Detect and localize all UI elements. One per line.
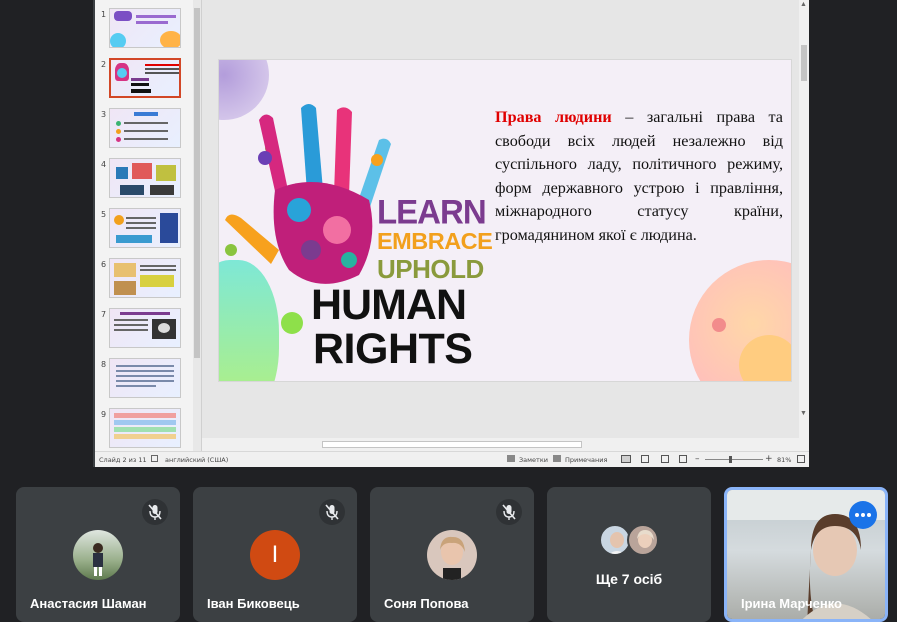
thumbnail-image[interactable] — [109, 358, 181, 398]
more-participants-tile[interactable]: Ще 7 осіб — [547, 487, 711, 622]
paint-splash — [258, 151, 272, 165]
paint-splash — [287, 198, 311, 222]
thumbnail-image[interactable] — [109, 258, 181, 298]
comments-button[interactable]: Примечания — [565, 456, 607, 464]
hand-thumb — [225, 214, 279, 264]
zoom-in-icon[interactable]: + — [765, 454, 773, 464]
thumbnail-number: 4 — [101, 160, 107, 169]
thumbnail-image[interactable] — [109, 308, 181, 348]
horizontal-scrollbar[interactable] — [202, 438, 809, 451]
participant-name: Анастасия Шаман — [30, 596, 147, 611]
thumbnail-number: 8 — [101, 360, 107, 369]
hand-palm — [273, 182, 373, 284]
thumbnail-number: 2 — [101, 60, 107, 69]
zoom-out-icon[interactable]: – — [695, 454, 700, 464]
thumbnail-number: 1 — [101, 10, 107, 19]
status-bar: Слайд 2 из 11 английский (США) Заметки П… — [95, 451, 809, 467]
thumbnail-slide-5[interactable]: 5 — [95, 208, 193, 252]
participant-tile[interactable]: Анастасия Шаман — [16, 487, 180, 622]
slide-definition: – загальні права та свободи всіх людей н… — [495, 108, 783, 244]
shared-screen: 1 2 3 4 5 6 7 8 9 LEARN EMBRACE UPHOLD H… — [93, 0, 810, 467]
thumbnail-image[interactable] — [109, 208, 181, 248]
hand-finger — [301, 104, 323, 192]
language-label[interactable]: английский (США) — [165, 456, 228, 464]
rights-word: RIGHTS — [313, 325, 473, 373]
zoom-level[interactable]: 81% — [777, 456, 791, 464]
zoom-slider[interactable] — [705, 459, 763, 460]
notes-button[interactable]: Заметки — [519, 456, 548, 464]
slide-term: Права людини — [495, 108, 612, 126]
thumbnail-scrollbar[interactable] — [193, 0, 201, 451]
participant-tile-active[interactable]: Ірина Марченко — [724, 487, 888, 622]
thumbnail-image[interactable] — [109, 8, 181, 48]
mic-off-icon — [319, 499, 345, 525]
avatar — [627, 524, 659, 556]
notes-icon — [507, 455, 515, 462]
paint-splash — [371, 154, 383, 166]
thumbnail-image[interactable] — [109, 108, 181, 148]
thumbnail-number: 5 — [101, 210, 107, 219]
thumbnail-number: 3 — [101, 110, 107, 119]
learn-word: LEARN — [377, 192, 487, 231]
thumbnail-number: 9 — [101, 410, 107, 419]
thumbnail-slide-4[interactable]: 4 — [95, 158, 193, 202]
reading-view-icon[interactable] — [661, 455, 669, 463]
thumbnail-image[interactable] — [109, 158, 181, 198]
slide-definition-text[interactable]: Права людини – загальні права та свободи… — [495, 106, 783, 247]
avatar — [73, 530, 123, 580]
participant-name: Іван Биковець — [207, 596, 300, 611]
avatar: І — [250, 530, 300, 580]
zoom-slider-thumb[interactable] — [729, 456, 732, 463]
thumbnail-image[interactable] — [109, 408, 181, 448]
fit-slide-icon[interactable] — [797, 455, 805, 463]
thumbnail-slide-9[interactable]: 9 — [95, 408, 193, 451]
scroll-down-icon[interactable]: ▼ — [800, 410, 807, 417]
vertical-scrollbar[interactable]: ▲ ▼ — [799, 0, 809, 438]
participant-tile[interactable]: І Іван Биковець — [193, 487, 357, 622]
thumbnail-scroll-thumb[interactable] — [194, 8, 200, 358]
more-participants-label: Ще 7 осіб — [595, 571, 663, 587]
thumbnail-slide-7[interactable]: 7 — [95, 308, 193, 352]
participant-name: Ірина Марченко — [741, 596, 842, 611]
thumbnail-image-active[interactable] — [109, 58, 181, 98]
thumbnail-slide-8[interactable]: 8 — [95, 358, 193, 402]
thumbnail-slide-2[interactable]: 2 — [95, 58, 193, 102]
horizontal-scroll-thumb[interactable] — [322, 441, 582, 448]
slideshow-icon[interactable] — [679, 455, 687, 463]
normal-view-icon[interactable] — [621, 455, 631, 463]
vertical-scroll-thumb[interactable] — [801, 45, 807, 81]
more-options-button[interactable] — [849, 501, 877, 529]
paint-splash — [323, 216, 351, 244]
slide-sorter-icon[interactable] — [641, 455, 649, 463]
thumbnail-slide-3[interactable]: 3 — [95, 108, 193, 152]
hand-finger — [334, 107, 352, 196]
avatar — [427, 530, 477, 580]
mic-off-icon — [496, 499, 522, 525]
slide-thumbnail-panel[interactable]: 1 2 3 4 5 6 7 8 9 — [95, 0, 202, 451]
spellcheck-icon[interactable] — [151, 455, 158, 462]
paint-splash — [341, 252, 357, 268]
paint-splash — [301, 240, 321, 260]
paint-splash — [225, 244, 237, 256]
thumbnail-number: 6 — [101, 260, 107, 269]
thumbnail-slide-1[interactable]: 1 — [95, 8, 193, 52]
current-slide[interactable]: LEARN EMBRACE UPHOLD HUMAN RIGHTS Права … — [218, 59, 792, 382]
comments-icon — [553, 455, 561, 462]
embrace-word: EMBRACE — [377, 228, 493, 254]
thumbnail-number: 7 — [101, 310, 107, 319]
participant-tile[interactable]: Соня Попова — [370, 487, 534, 622]
mic-off-icon — [142, 499, 168, 525]
slide-counter: Слайд 2 из 11 — [99, 456, 147, 464]
scroll-up-icon[interactable]: ▲ — [800, 1, 807, 8]
thumbnail-slide-6[interactable]: 6 — [95, 258, 193, 302]
participant-name: Соня Попова — [384, 596, 469, 611]
human-word: HUMAN — [311, 281, 467, 329]
